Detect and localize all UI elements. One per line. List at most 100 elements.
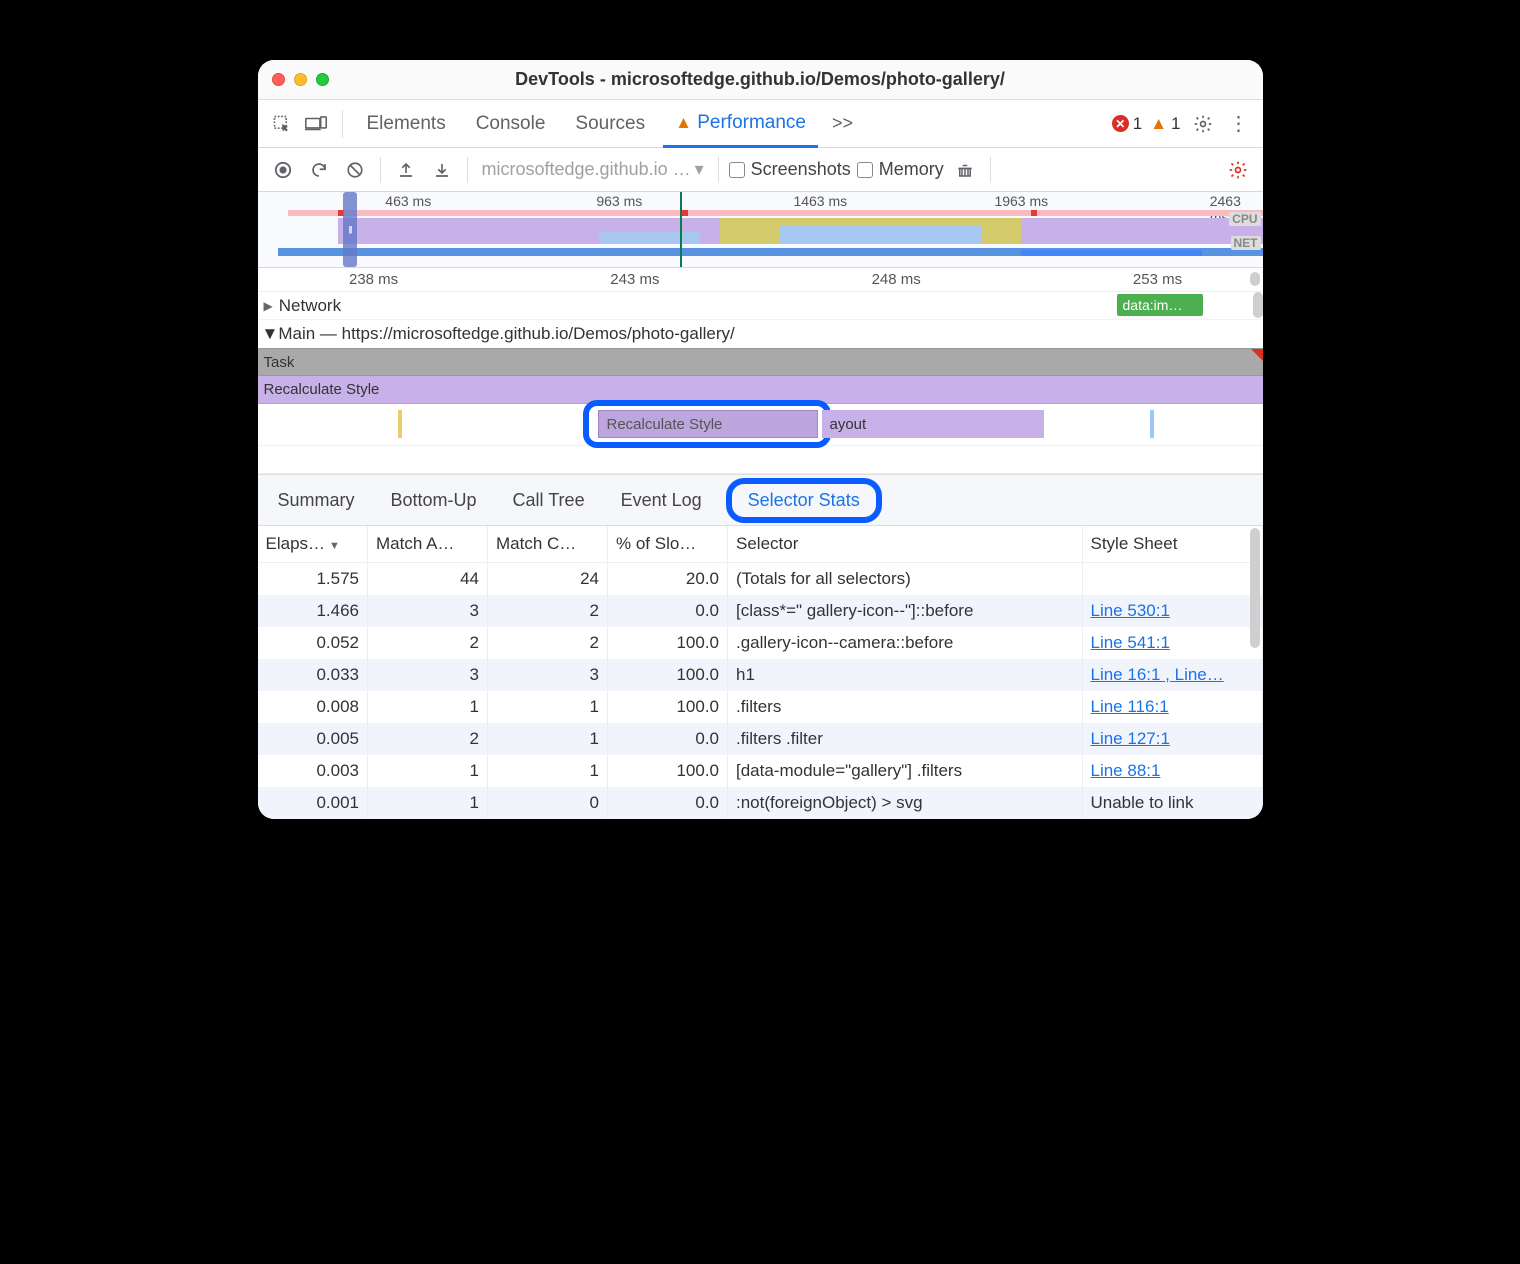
stylesheet-cell: Line 541:1 — [1082, 627, 1262, 659]
clear-button[interactable] — [340, 155, 370, 185]
table-row[interactable]: 0.03333100.0h1Line 16:1 , Line… — [258, 659, 1263, 691]
stylesheet-link[interactable]: Line 16:1 , Line… — [1091, 665, 1224, 684]
main-track-label: Main — https://microsoftedge.github.io/D… — [278, 324, 734, 344]
ruler-tick: 238 ms — [349, 271, 398, 288]
table-row[interactable]: 1.575442420.0(Totals for all selectors) — [258, 563, 1263, 596]
cell: 100.0 — [608, 627, 728, 659]
main-track-header[interactable]: ▼ Main — https://microsoftedge.github.io… — [258, 320, 1263, 348]
more-tabs-button[interactable]: >> — [824, 113, 861, 134]
cell: .gallery-icon--camera::before — [728, 627, 1083, 659]
stylesheet-cell: Line 16:1 , Line… — [1082, 659, 1262, 691]
recalculate-style-selected[interactable]: Recalculate Style — [598, 410, 818, 438]
download-button[interactable] — [427, 155, 457, 185]
capture-settings-icon[interactable] — [1223, 155, 1253, 185]
cell: 100.0 — [608, 691, 728, 723]
tab-elements[interactable]: Elements — [355, 100, 458, 147]
warning-icon: ▲ — [1150, 114, 1167, 134]
close-button[interactable] — [272, 73, 285, 86]
more-icon[interactable]: ⋮ — [1225, 110, 1253, 138]
col-stylesheet[interactable]: Style Sheet — [1082, 526, 1262, 563]
cell: 100.0 — [608, 659, 728, 691]
minimize-button[interactable] — [294, 73, 307, 86]
recording-select[interactable]: microsoftedge.github.io … ▾ — [478, 159, 708, 180]
scrollbar[interactable] — [1250, 528, 1260, 648]
table-row[interactable]: 0.00811100.0.filtersLine 116:1 — [258, 691, 1263, 723]
table-row[interactable]: 0.005210.0.filters .filterLine 127:1 — [258, 723, 1263, 755]
warning-count-label: 1 — [1171, 114, 1180, 134]
cell: (Totals for all selectors) — [728, 563, 1083, 596]
error-count[interactable]: ✕ 1 — [1112, 114, 1142, 134]
screenshots-toggle[interactable]: Screenshots — [729, 159, 851, 180]
tab-selector-stats[interactable]: Selector Stats — [726, 478, 882, 523]
cell: 0.0 — [608, 787, 728, 819]
panel-tabs: Elements Console Sources ▲ Performance >… — [258, 100, 1263, 148]
long-task-icon — [1251, 349, 1263, 361]
collect-garbage-button[interactable] — [950, 155, 980, 185]
performance-toolbar: microsoftedge.github.io … ▾ Screenshots … — [258, 148, 1263, 192]
col-selector[interactable]: Selector — [728, 526, 1083, 563]
stylesheet-cell: Line 530:1 — [1082, 595, 1262, 627]
cell: 0.003 — [258, 755, 368, 787]
cell: 1 — [488, 723, 608, 755]
stylesheet-cell: Line 88:1 — [1082, 755, 1262, 787]
stylesheet-cell: Line 116:1 — [1082, 691, 1262, 723]
cell: 1.466 — [258, 595, 368, 627]
table-row[interactable]: 0.00311100.0[data-module="gallery"] .fil… — [258, 755, 1263, 787]
col-pct-slow[interactable]: % of Slo… — [608, 526, 728, 563]
table-row[interactable]: 0.001100.0:not(foreignObject) > svgUnabl… — [258, 787, 1263, 819]
device-toolbar-icon[interactable] — [302, 110, 330, 138]
tick-label: 963 ms — [596, 193, 642, 209]
inspect-icon[interactable] — [268, 110, 296, 138]
tab-performance[interactable]: ▲ Performance — [663, 101, 818, 148]
recording-url-label: microsoftedge.github.io … — [482, 159, 691, 180]
network-track-header[interactable]: ▶ Network data:im… — [258, 292, 1263, 320]
stylesheet-cell — [1082, 563, 1262, 596]
tab-sources[interactable]: Sources — [563, 100, 657, 147]
tick-label: 1463 ms — [793, 193, 847, 209]
recalculate-style-entry[interactable]: Recalculate Style — [258, 376, 1263, 404]
col-match-attempts[interactable]: Match A… — [368, 526, 488, 563]
tab-bottom-up[interactable]: Bottom-Up — [379, 484, 489, 517]
record-button[interactable] — [268, 155, 298, 185]
tab-console[interactable]: Console — [464, 100, 558, 147]
cell: 3 — [488, 659, 608, 691]
cell: 24 — [488, 563, 608, 596]
cell: 0.0 — [608, 723, 728, 755]
stylesheet-link[interactable]: Line 127:1 — [1091, 729, 1170, 748]
layout-entry[interactable]: ayout — [822, 410, 1044, 438]
recalc-inner-label: Recalculate Style — [607, 416, 723, 433]
cell: 1 — [488, 755, 608, 787]
tab-call-tree[interactable]: Call Tree — [501, 484, 597, 517]
cell: [class*=" gallery-icon--"]::before — [728, 595, 1083, 627]
cell: h1 — [728, 659, 1083, 691]
timeline-overview[interactable]: 463 ms 963 ms 1463 ms 1963 ms 2463 ms CP… — [258, 192, 1263, 268]
network-entry[interactable]: data:im… — [1117, 294, 1203, 316]
reload-record-button[interactable] — [304, 155, 334, 185]
col-elapsed[interactable]: Elaps…▼ — [258, 526, 368, 563]
stylesheet-link[interactable]: Line 541:1 — [1091, 633, 1170, 652]
warning-count[interactable]: ▲ 1 — [1150, 114, 1180, 134]
ruler-tick: 248 ms — [872, 271, 921, 288]
tab-summary[interactable]: Summary — [266, 484, 367, 517]
table-row[interactable]: 0.05222100.0.gallery-icon--camera::befor… — [258, 627, 1263, 659]
settings-icon[interactable] — [1189, 110, 1217, 138]
cell: 100.0 — [608, 755, 728, 787]
stylesheet-link[interactable]: Line 88:1 — [1091, 761, 1161, 780]
stylesheet-link[interactable]: Line 116:1 — [1091, 697, 1169, 716]
table-row[interactable]: 1.466320.0[class*=" gallery-icon--"]::be… — [258, 595, 1263, 627]
flame-chart[interactable]: ▶ Network data:im… ▼ Main — https://micr… — [258, 292, 1263, 474]
col-match-count[interactable]: Match C… — [488, 526, 608, 563]
upload-button[interactable] — [391, 155, 421, 185]
task-label: Task — [264, 354, 295, 371]
maximize-button[interactable] — [316, 73, 329, 86]
stylesheet-link[interactable]: Line 530:1 — [1091, 601, 1170, 620]
network-track-label: Network — [279, 296, 341, 316]
checkbox-icon — [729, 162, 745, 178]
recalc-label: Recalculate Style — [264, 381, 380, 398]
scrollbar[interactable] — [1250, 272, 1260, 286]
tab-event-log[interactable]: Event Log — [609, 484, 714, 517]
devtools-window: DevTools - microsoftedge.github.io/Demos… — [258, 60, 1263, 819]
memory-toggle[interactable]: Memory — [857, 159, 944, 180]
task-entry[interactable]: Task — [258, 348, 1263, 376]
overview-handle[interactable] — [343, 192, 357, 267]
